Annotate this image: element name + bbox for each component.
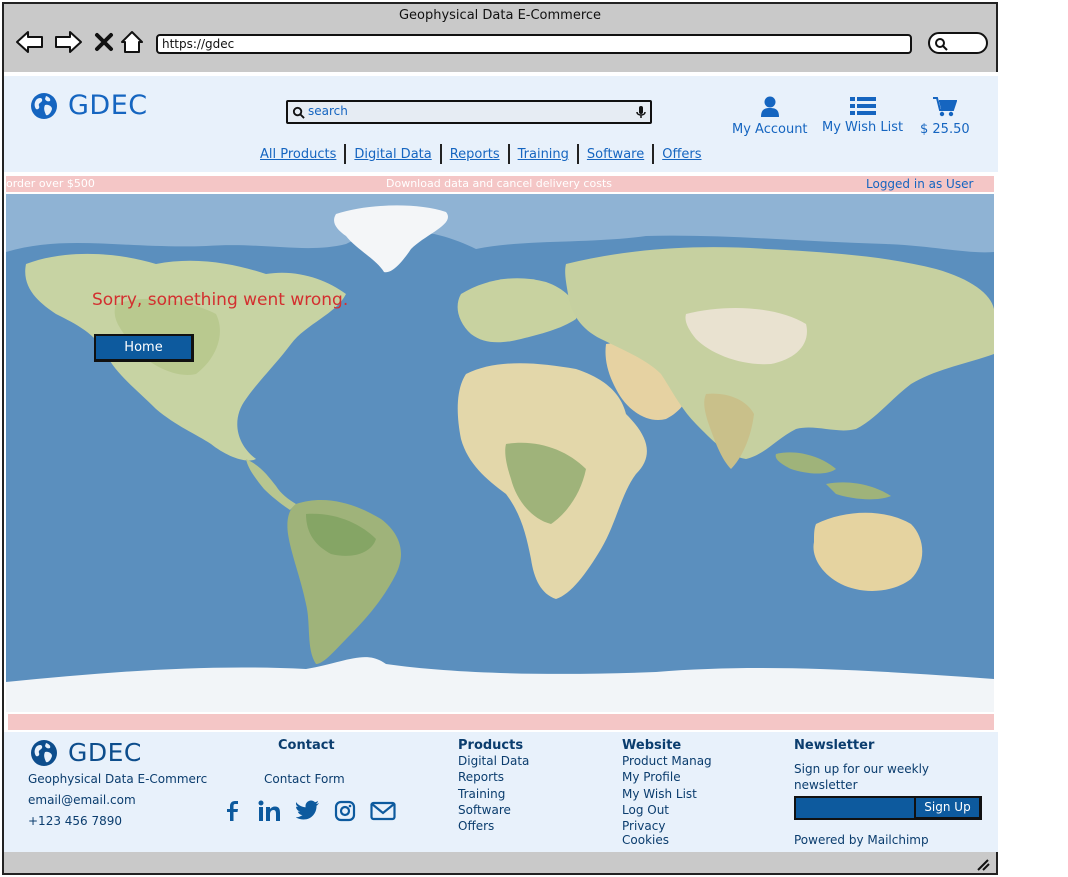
social-links <box>222 800 396 822</box>
home-button[interactable]: Home <box>94 334 194 362</box>
footer-website-my-profile[interactable]: My Profile <box>622 770 681 784</box>
linkedin-icon[interactable] <box>258 800 282 822</box>
footer-products-training[interactable]: Training <box>458 787 505 801</box>
my-account-button[interactable]: My Account <box>732 96 808 137</box>
nav-software[interactable]: Software <box>579 147 652 162</box>
powered-by-mailchimp: Powered by Mailchimp <box>794 833 929 847</box>
footer-website-cookies[interactable]: Cookies <box>622 833 669 847</box>
footer-email[interactable]: email@email.com <box>28 793 136 807</box>
products-heading: Products <box>458 738 524 753</box>
footer-logo[interactable]: GDEC <box>30 738 142 767</box>
footer-website-privacy[interactable]: Privacy <box>622 819 665 833</box>
nav-all-products[interactable]: All Products <box>252 147 344 162</box>
website-heading: Website <box>622 738 682 753</box>
forward-icon <box>55 31 82 53</box>
close-icon <box>95 33 113 51</box>
twitter-icon[interactable] <box>296 800 320 822</box>
promo-left-text: order over $500 <box>6 177 95 190</box>
browser-search-field[interactable] <box>928 32 988 54</box>
newsletter-signup-button[interactable]: Sign Up <box>914 796 982 820</box>
newsletter-text-line-1: Sign up for our weekly <box>794 762 929 776</box>
globe-icon <box>31 92 57 119</box>
newsletter-heading: Newsletter <box>794 738 875 753</box>
footer-products-digital-data[interactable]: Digital Data <box>458 754 529 768</box>
cart-icon <box>932 97 957 117</box>
footer-phone: +123 456 7890 <box>28 814 123 828</box>
divider-strip <box>8 714 994 730</box>
footer-website-my-wish-list[interactable]: My Wish List <box>622 787 697 801</box>
search-placeholder: search <box>308 104 348 118</box>
contact-heading: Contact <box>278 738 335 753</box>
cart-total: $ 25.50 <box>920 122 970 137</box>
home-icon <box>121 31 143 53</box>
browser-status-bar <box>4 852 996 873</box>
facebook-icon[interactable] <box>222 800 244 822</box>
my-account-label: My Account <box>732 122 808 137</box>
footer-company: Geophysical Data E-Commerc <box>28 772 208 786</box>
search-icon <box>935 38 948 51</box>
page-content: GDEC search My Account My Wish List $ 25… <box>4 72 998 852</box>
footer-products-offers[interactable]: Offers <box>458 819 494 833</box>
main-nav: All Products Digital Data Reports Traini… <box>252 144 710 164</box>
world-map-image <box>6 194 994 712</box>
footer-products-software[interactable]: Software <box>458 803 511 817</box>
site-logo[interactable]: GDEC <box>30 90 148 121</box>
browser-home-button[interactable] <box>116 26 148 58</box>
logo-text: GDEC <box>68 90 148 121</box>
address-bar[interactable]: https://gdec <box>156 34 912 54</box>
cart-button[interactable]: $ 25.50 <box>920 96 970 137</box>
site-header: GDEC search My Account My Wish List $ 25… <box>4 76 998 172</box>
back-icon <box>16 31 43 53</box>
footer-website-product-manag[interactable]: Product Manag <box>622 754 712 768</box>
search-icon <box>292 106 305 119</box>
footer-products-reports[interactable]: Reports <box>458 770 504 784</box>
browser-toolbar: https://gdec <box>4 26 996 72</box>
forward-button[interactable] <box>52 26 84 58</box>
back-button[interactable] <box>14 26 46 58</box>
list-icon <box>849 97 876 115</box>
mail-icon[interactable] <box>370 800 396 822</box>
footer-logo-text: GDEC <box>68 738 142 767</box>
nav-offers[interactable]: Offers <box>654 147 709 162</box>
microphone-icon[interactable] <box>636 105 646 119</box>
contact-form-link[interactable]: Contact Form <box>264 772 345 786</box>
newsletter-text-line-2: newsletter <box>794 778 858 792</box>
nav-digital-data[interactable]: Digital Data <box>346 147 439 162</box>
nav-training[interactable]: Training <box>510 147 577 162</box>
globe-icon <box>31 739 57 766</box>
site-footer: GDEC Geophysical Data E-Commerc email@em… <box>4 732 998 852</box>
my-wishlist-label: My Wish List <box>822 120 904 135</box>
footer-website-log-out[interactable]: Log Out <box>622 803 669 817</box>
error-message: Sorry, something went wrong. <box>92 290 349 310</box>
my-wishlist-button[interactable]: My Wish List <box>822 96 903 135</box>
window-title: Geophysical Data E-Commerce <box>398 8 602 23</box>
resize-icon[interactable] <box>974 857 990 871</box>
instagram-icon[interactable] <box>334 800 356 822</box>
browser-window: Geophysical Data E-Commerce https://gdec <box>2 2 998 875</box>
nav-reports[interactable]: Reports <box>442 147 508 162</box>
site-search-input[interactable]: search <box>286 100 652 124</box>
hero-map: Sorry, something went wrong. Home <box>6 194 994 712</box>
promo-center-text: Download data and cancel delivery costs <box>386 177 612 190</box>
promo-banner: order over $500 Download data and cancel… <box>6 176 994 192</box>
login-status[interactable]: Logged in as User <box>866 177 973 191</box>
user-icon <box>760 96 779 117</box>
newsletter-email-input[interactable] <box>794 796 916 820</box>
